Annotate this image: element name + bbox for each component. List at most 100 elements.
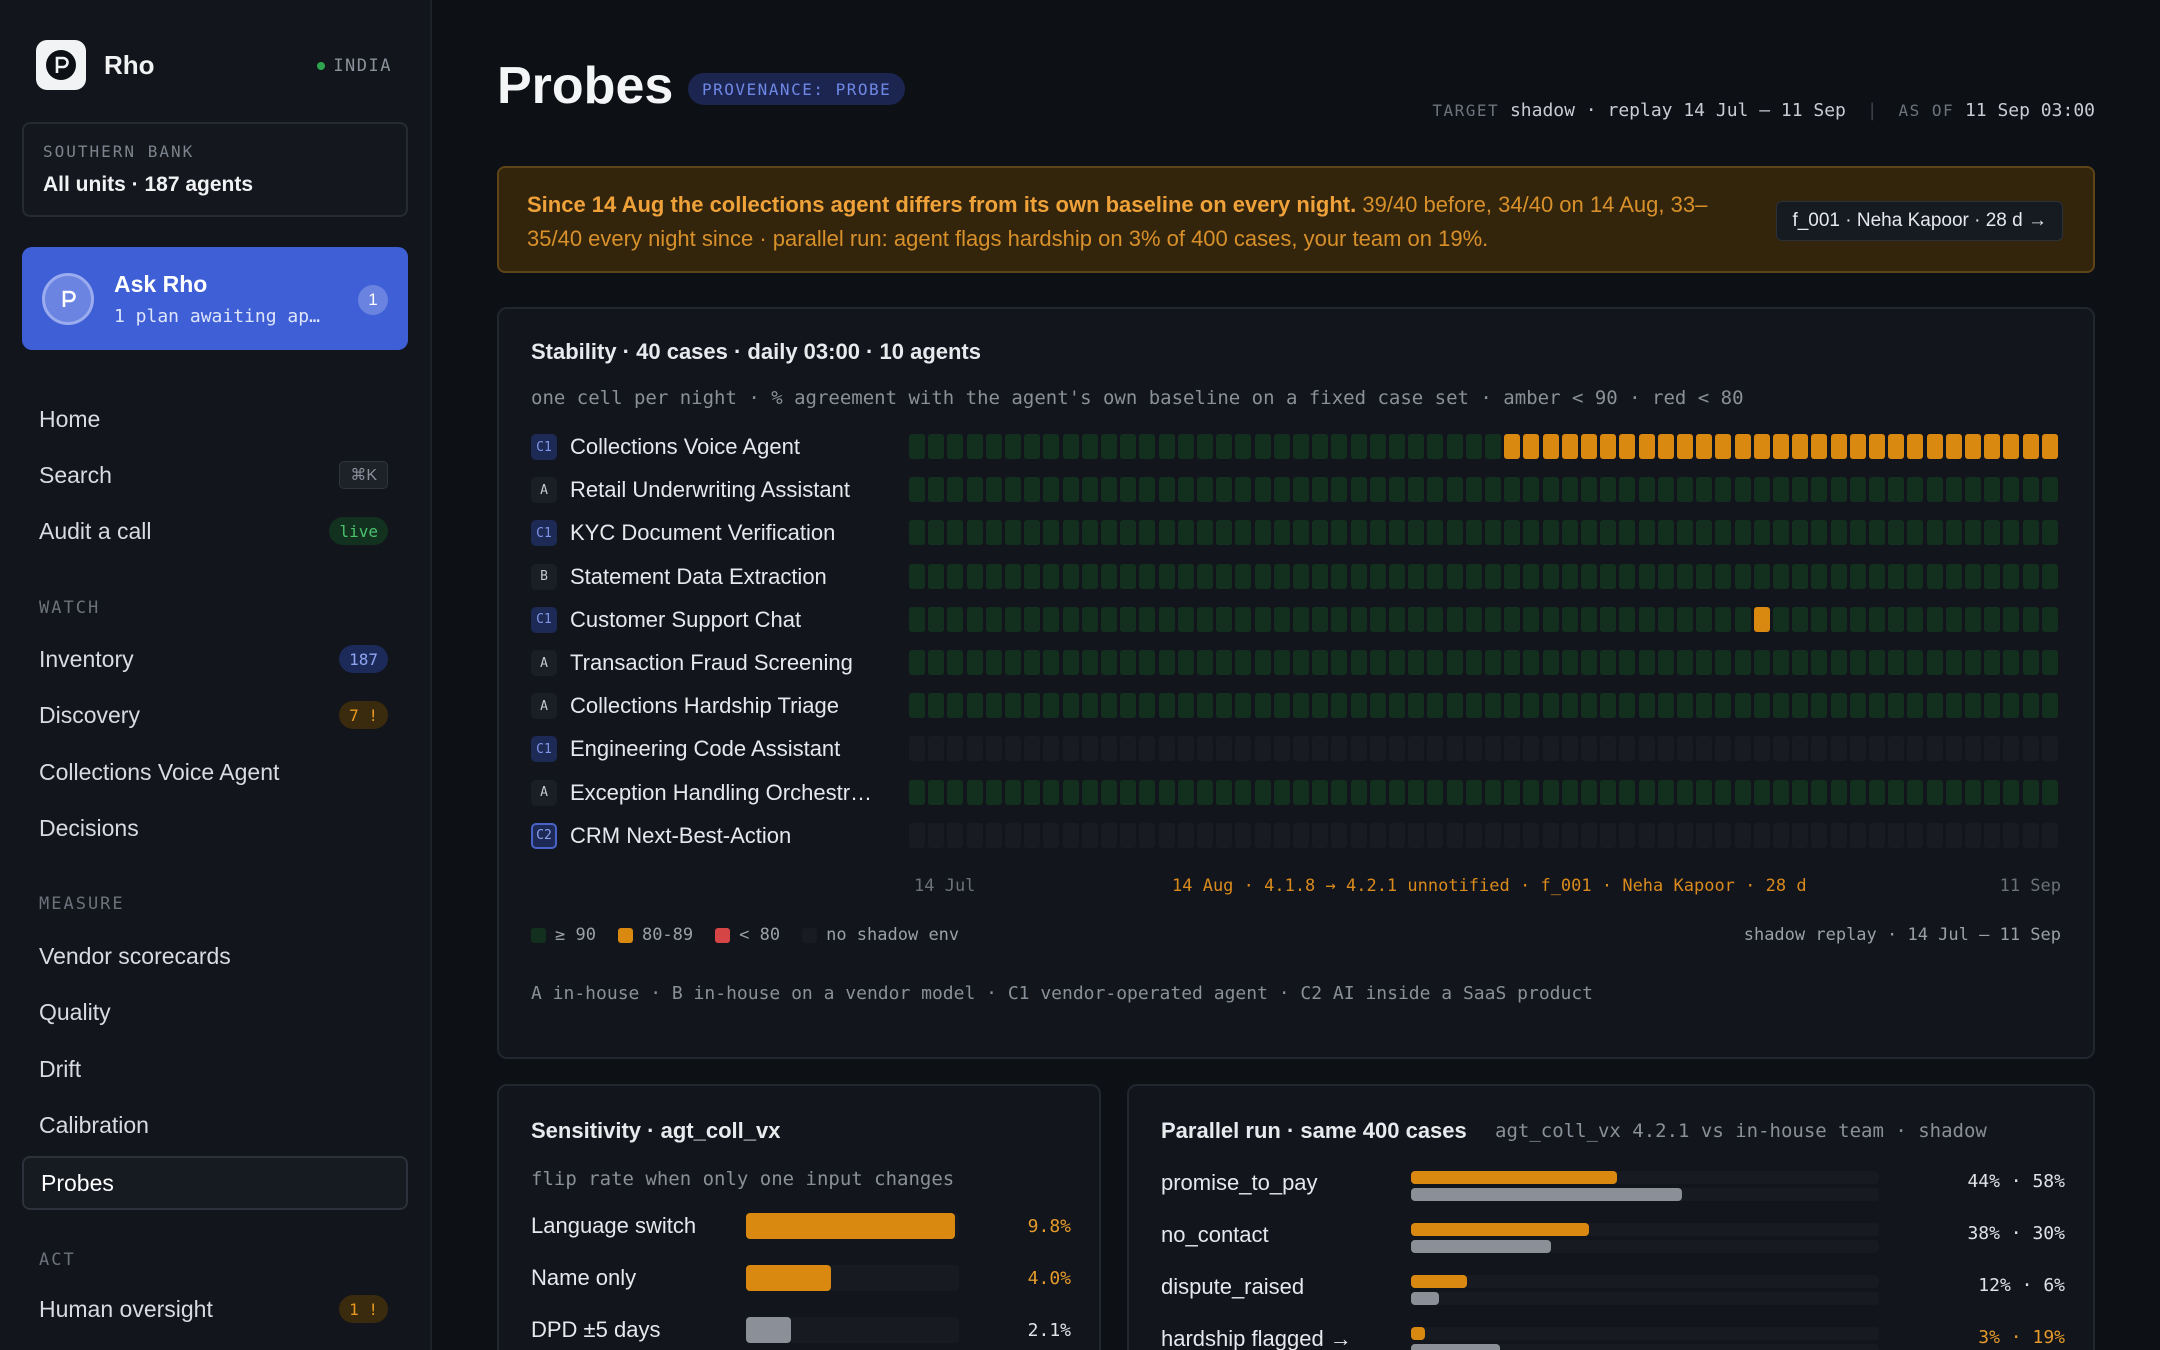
night-cell[interactable]	[1062, 779, 1079, 805]
night-cell[interactable]	[1869, 520, 1885, 546]
night-cell[interactable]	[1427, 650, 1444, 675]
nav-vendor-scorecards[interactable]: Vendor scorecards	[22, 929, 408, 983]
night-cell[interactable]	[1043, 520, 1060, 546]
night-cell[interactable]	[2041, 434, 2058, 459]
agent-row[interactable]: C1 Engineering Code Assistant	[531, 734, 882, 764]
night-cell[interactable]	[1408, 736, 1425, 762]
nav-human-oversight[interactable]: Human oversight 1 !	[22, 1282, 408, 1336]
night-cell[interactable]	[1619, 477, 1636, 503]
night-cell[interactable]	[1465, 693, 1482, 719]
night-cell[interactable]	[1523, 606, 1540, 632]
night-cell[interactable]	[1715, 520, 1732, 546]
night-cell[interactable]	[1312, 606, 1329, 632]
night-cell[interactable]	[1734, 822, 1751, 848]
night-cell[interactable]	[1120, 693, 1137, 719]
nav-discovery[interactable]: Discovery 7 !	[22, 688, 408, 742]
night-cell[interactable]	[2041, 563, 2058, 589]
night-cell[interactable]	[1811, 650, 1828, 675]
night-cell[interactable]	[1696, 563, 1713, 589]
night-cell[interactable]	[985, 650, 1002, 675]
night-cell[interactable]	[1005, 650, 1021, 675]
night-cell[interactable]	[985, 477, 1002, 503]
night-cell[interactable]	[1907, 822, 1924, 848]
night-cell[interactable]	[1408, 477, 1425, 503]
night-cell[interactable]	[1945, 563, 1962, 589]
night-cell[interactable]	[1581, 693, 1597, 719]
night-cell[interactable]	[1081, 520, 1098, 546]
night-cell[interactable]	[1331, 434, 1348, 459]
night-cell[interactable]	[1715, 736, 1732, 762]
night-cell[interactable]	[1005, 822, 1021, 848]
night-cell[interactable]	[1792, 736, 1809, 762]
night-cell[interactable]	[1139, 520, 1156, 546]
night-cell[interactable]	[985, 563, 1002, 589]
night-cell[interactable]	[1293, 650, 1309, 675]
agent-row[interactable]: C1 Collections Voice Agent	[531, 432, 882, 462]
night-cell[interactable]	[1869, 650, 1885, 675]
night-cell[interactable]	[1120, 434, 1137, 459]
night-cell[interactable]	[1965, 477, 1981, 503]
night-cell[interactable]	[1734, 736, 1751, 762]
night-cell[interactable]	[1965, 779, 1981, 805]
night-cell[interactable]	[1907, 693, 1924, 719]
night-cell[interactable]	[1043, 736, 1060, 762]
night-cell[interactable]	[1024, 606, 1041, 632]
night-cell[interactable]	[1197, 822, 1213, 848]
night-cell[interactable]	[1504, 563, 1521, 589]
night-cell[interactable]	[1830, 434, 1847, 459]
night-cell[interactable]	[1369, 477, 1386, 503]
night-cell[interactable]	[1830, 736, 1847, 762]
night-cell[interactable]	[1907, 779, 1924, 805]
night-cell[interactable]	[1753, 563, 1770, 589]
night-cell[interactable]	[1293, 520, 1309, 546]
night-cell[interactable]	[1369, 736, 1386, 762]
night-cell[interactable]	[1677, 563, 1693, 589]
night-cell[interactable]	[1638, 650, 1655, 675]
night-cell[interactable]	[1331, 736, 1348, 762]
night-cell[interactable]	[1561, 779, 1578, 805]
night-cell[interactable]	[2022, 779, 2039, 805]
night-cell[interactable]	[1177, 736, 1194, 762]
night-cell[interactable]	[1062, 563, 1079, 589]
night-cell[interactable]	[1216, 434, 1233, 459]
night-cell[interactable]	[1926, 650, 1943, 675]
night-cell[interactable]	[1657, 606, 1674, 632]
night-cell[interactable]	[1849, 779, 1866, 805]
night-cell[interactable]	[1542, 434, 1559, 459]
night-cell[interactable]	[2041, 822, 2058, 848]
night-cell[interactable]	[1101, 650, 1117, 675]
night-cell[interactable]	[1984, 736, 2001, 762]
night-cell[interactable]	[1177, 434, 1194, 459]
night-cell[interactable]	[909, 779, 925, 805]
night-cell[interactable]	[1235, 779, 1252, 805]
night-cell[interactable]	[1888, 822, 1905, 848]
night-cell[interactable]	[1312, 693, 1329, 719]
night-cell[interactable]	[1043, 434, 1060, 459]
night-cell[interactable]	[1408, 650, 1425, 675]
night-cell[interactable]	[1696, 650, 1713, 675]
night-cell[interactable]	[1331, 477, 1348, 503]
night-cell[interactable]	[985, 606, 1002, 632]
night-cell[interactable]	[1177, 520, 1194, 546]
night-cell[interactable]	[1696, 779, 1713, 805]
night-cell[interactable]	[1907, 736, 1924, 762]
night-cell[interactable]	[1389, 779, 1405, 805]
night-cell[interactable]	[1120, 477, 1137, 503]
night-cell[interactable]	[1101, 822, 1117, 848]
night-cell[interactable]	[1773, 606, 1789, 632]
night-cell[interactable]	[1753, 434, 1770, 459]
night-cell[interactable]	[1235, 650, 1252, 675]
night-cell[interactable]	[1984, 434, 2001, 459]
night-cell[interactable]	[1504, 736, 1521, 762]
night-cell[interactable]	[985, 822, 1002, 848]
night-cell[interactable]	[1120, 736, 1137, 762]
night-cell[interactable]	[909, 822, 925, 848]
night-cell[interactable]	[1235, 606, 1252, 632]
night-cell[interactable]	[1792, 779, 1809, 805]
night-cell[interactable]	[1811, 779, 1828, 805]
night-cell[interactable]	[947, 606, 964, 632]
night-cell[interactable]	[1158, 779, 1175, 805]
night-cell[interactable]	[1235, 693, 1252, 719]
finding-link-button[interactable]: f_001 · Neha Kapoor · 28 d →	[1776, 201, 2063, 241]
night-cell[interactable]	[1273, 477, 1290, 503]
